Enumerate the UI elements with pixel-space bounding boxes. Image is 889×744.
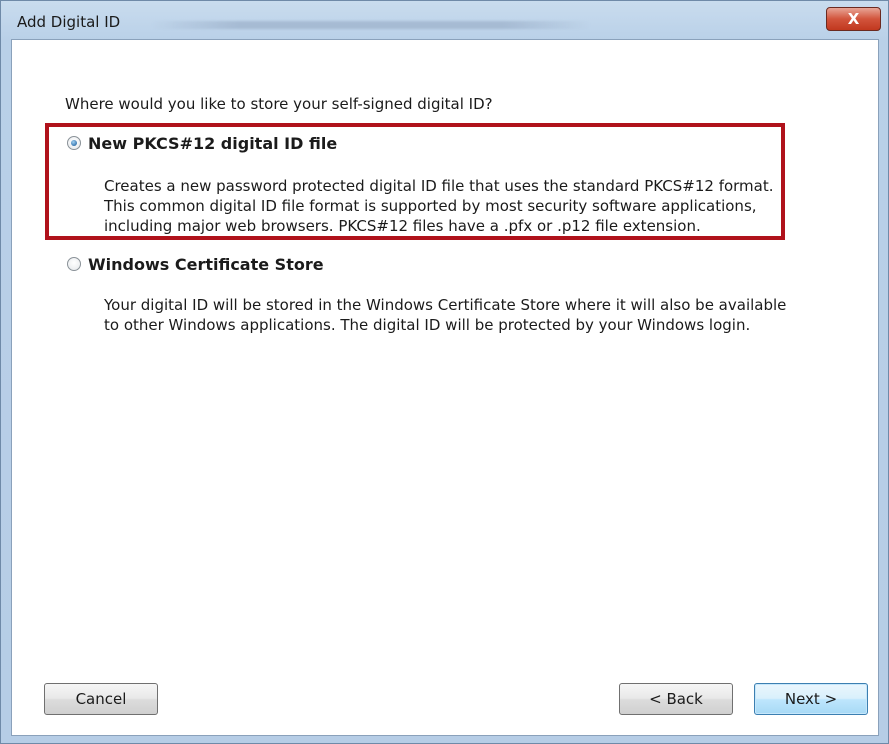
option-pkcs12-desc-line3: including major web browsers. PKCS#12 fi… (104, 217, 701, 235)
option-pkcs12-desc-line2: This common digital ID file format is su… (104, 197, 757, 215)
blurred-title-region (151, 21, 591, 29)
option-windows-store-desc-line1: Your digital ID will be stored in the Wi… (104, 296, 787, 314)
option-windows-store-desc-line2: to other Windows applications. The digit… (104, 316, 751, 334)
close-icon: X (847, 10, 860, 28)
back-button[interactable]: < Back (619, 683, 733, 715)
dialog-content: Where would you like to store your self-… (11, 39, 879, 736)
option-pkcs12-label[interactable]: New PKCS#12 digital ID file (88, 134, 337, 153)
window-title: Add Digital ID (17, 13, 121, 31)
close-button[interactable]: X (826, 7, 881, 31)
dialog-window: Add Digital ID X Where would you like to… (0, 0, 889, 744)
option-windows-store-label[interactable]: Windows Certificate Store (88, 255, 324, 274)
option-pkcs12-desc-line1: Creates a new password protected digital… (104, 177, 774, 195)
radio-windows-store[interactable] (67, 257, 81, 271)
next-button[interactable]: Next > (754, 683, 868, 715)
store-question: Where would you like to store your self-… (65, 95, 493, 113)
cancel-button[interactable]: Cancel (44, 683, 158, 715)
radio-pkcs12[interactable] (67, 136, 81, 150)
title-bar[interactable]: Add Digital ID X (1, 1, 888, 39)
